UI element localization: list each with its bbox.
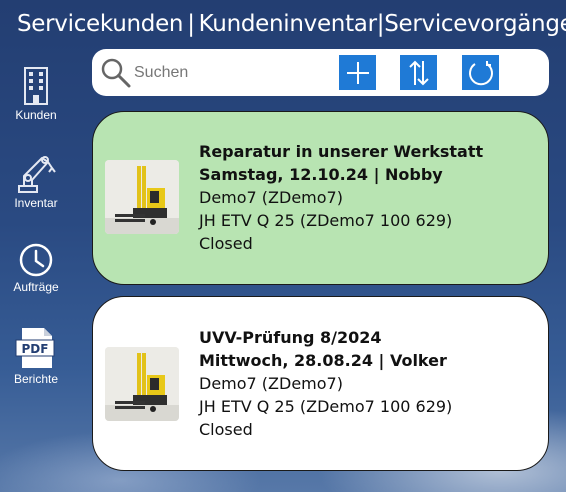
card-device: JH ETV Q 25 (ZDemo7 100 629)	[199, 397, 453, 416]
card-status: Closed	[199, 420, 253, 439]
forklift-thumbnail	[105, 160, 179, 234]
card-device: JH ETV Q 25 (ZDemo7 100 629)	[199, 211, 453, 230]
sidebar-item-label: Berichte	[13, 372, 59, 386]
robot-arm-icon	[18, 156, 56, 193]
tab-servicekunden[interactable]: Servicekunden	[17, 11, 184, 37]
tab-servicevorgaenge[interactable]: Servicevorgänge	[384, 11, 566, 37]
add-button[interactable]	[339, 55, 376, 90]
sidebar-item-label: Aufträge	[13, 280, 59, 294]
tab-kundeninventar[interactable]: Kundeninventar	[199, 11, 377, 37]
sidebar-item-auftraege[interactable]: Aufträge	[0, 242, 72, 294]
sidebar-item-label: Kunden	[15, 108, 57, 122]
plus-icon	[346, 61, 369, 84]
card-customer: Demo7 (ZDemo7)	[199, 188, 343, 207]
card-details: Reparatur in unserer Werkstatt Samstag, …	[199, 140, 483, 255]
card-title: Reparatur in unserer Werkstatt	[199, 142, 484, 161]
sidebar-item-kunden[interactable]: Kunden	[0, 66, 72, 122]
card-status: Closed	[199, 234, 253, 253]
tab-separator: |	[187, 11, 195, 37]
card-date-technician: Mittwoch, 28.08.24 | Volker	[199, 351, 447, 370]
svg-text:PDF: PDF	[22, 342, 49, 356]
refresh-icon	[468, 60, 493, 85]
clock-icon	[19, 243, 53, 277]
search-icon	[101, 58, 131, 88]
pdf-icon: PDF	[15, 328, 55, 368]
service-card[interactable]: Reparatur in unserer Werkstatt Samstag, …	[92, 111, 549, 285]
forklift-thumbnail	[105, 347, 179, 421]
forklift-image	[105, 347, 179, 421]
sidebar-item-inventar[interactable]: Inventar	[0, 150, 72, 210]
card-customer: Demo7 (ZDemo7)	[199, 374, 343, 393]
header-tabs: Servicekunden | Kundeninventar|Servicevorg…	[0, 0, 566, 48]
refresh-button[interactable]	[462, 55, 499, 90]
sort-arrows-icon	[408, 60, 429, 85]
building-icon	[24, 67, 48, 105]
sidebar-item-berichte[interactable]: PDF Berichte	[0, 326, 72, 386]
forklift-image	[105, 160, 179, 234]
card-details: UVV-Prüfung 8/2024 Mittwoch, 28.08.24 | …	[199, 326, 452, 441]
card-date-technician: Samstag, 12.10.24 | Nobby	[199, 165, 443, 184]
sort-button[interactable]	[400, 55, 437, 90]
sidebar-item-label: Inventar	[14, 196, 58, 210]
card-title: UVV-Prüfung 8/2024	[199, 328, 382, 347]
search-input[interactable]	[132, 59, 316, 87]
service-card[interactable]: UVV-Prüfung 8/2024 Mittwoch, 28.08.24 | …	[92, 296, 549, 471]
search-bar	[92, 49, 549, 96]
